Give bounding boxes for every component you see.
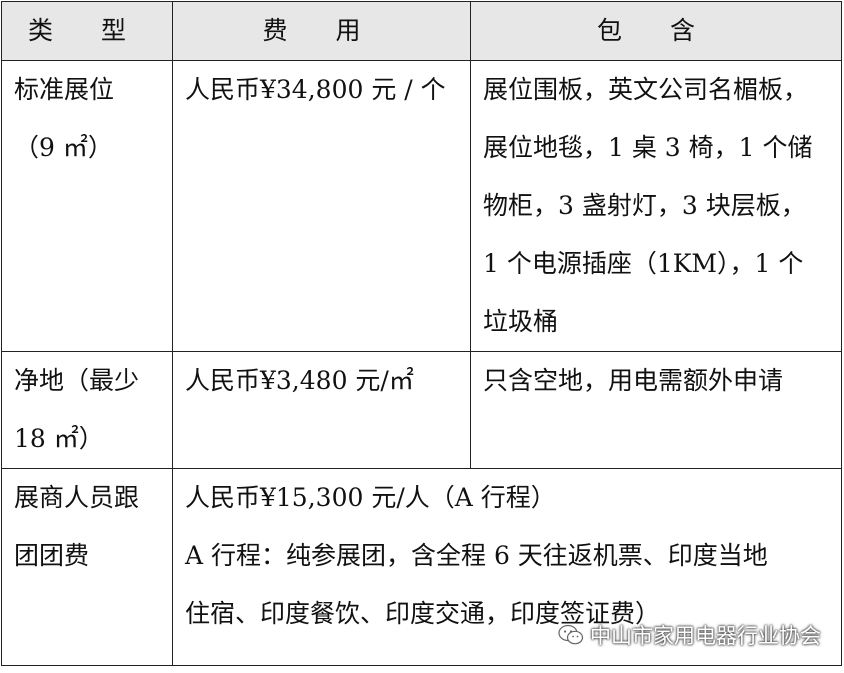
table-header-row: 类 型 费 用 包 含 bbox=[1, 1, 842, 61]
merged-line: 人民币¥15,300 元/人（A 行程） bbox=[185, 483, 556, 512]
includes-line: 只含空地，用电需额外申请 bbox=[483, 366, 784, 395]
fee-table: 类 型 费 用 包 含 标准展位 （9 ㎡） 人民币¥34,800 元 / 个 … bbox=[1, 1, 842, 666]
includes-cell: 展位围板，英文公司名楣板， 展位地毯，1 桌 3 椅，1 个储 物柜，3 盏射灯… bbox=[470, 60, 842, 352]
includes-line: 物柜，3 盏射灯，3 块层板， bbox=[483, 191, 806, 220]
includes-line: 1 个电源插座（1KM），1 个 bbox=[483, 249, 804, 278]
table-row: 净地（最少 18 ㎡） 人民币¥3,480 元/㎡ 只含空地，用电需额外申请 bbox=[1, 351, 842, 469]
fee-cell: 人民币¥34,800 元 / 个 bbox=[172, 60, 471, 352]
header-includes: 包 含 bbox=[470, 1, 842, 61]
type-cell: 标准展位 （9 ㎡） bbox=[1, 60, 173, 352]
watermark: 中山市家用电器行业协会 bbox=[558, 620, 821, 650]
type-line: 团团费 bbox=[14, 541, 90, 570]
includes-cell: 只含空地，用电需额外申请 bbox=[470, 351, 842, 469]
type-line: 标准展位 bbox=[14, 75, 115, 104]
includes-line: 垃圾桶 bbox=[483, 307, 559, 336]
fee-cell: 人民币¥3,480 元/㎡ bbox=[172, 351, 471, 469]
type-cell: 净地（最少 18 ㎡） bbox=[1, 351, 173, 469]
watermark-text: 中山市家用电器行业协会 bbox=[590, 624, 821, 648]
type-line: （9 ㎡） bbox=[14, 133, 113, 162]
type-line: 18 ㎡） bbox=[14, 424, 104, 453]
fee-text: 人民币¥3,480 元/㎡ bbox=[185, 366, 414, 395]
includes-line: 展位围板，英文公司名楣板， bbox=[483, 75, 809, 104]
type-cell: 展商人员跟 团团费 bbox=[1, 468, 173, 666]
table-row: 标准展位 （9 ㎡） 人民币¥34,800 元 / 个 展位围板，英文公司名楣板… bbox=[1, 60, 842, 352]
fee-text: 人民币¥34,800 元 / 个 bbox=[185, 75, 446, 104]
header-type: 类 型 bbox=[1, 1, 173, 61]
wechat-icon bbox=[558, 624, 584, 645]
merged-line: A 行程：纯参展团，含全程 6 天往返机票、印度当地 bbox=[185, 541, 768, 570]
type-line: 展商人员跟 bbox=[14, 483, 140, 512]
header-fee: 费 用 bbox=[172, 1, 471, 61]
type-line: 净地（最少 bbox=[14, 366, 140, 395]
includes-line: 展位地毯，1 桌 3 椅，1 个储 bbox=[483, 133, 813, 162]
